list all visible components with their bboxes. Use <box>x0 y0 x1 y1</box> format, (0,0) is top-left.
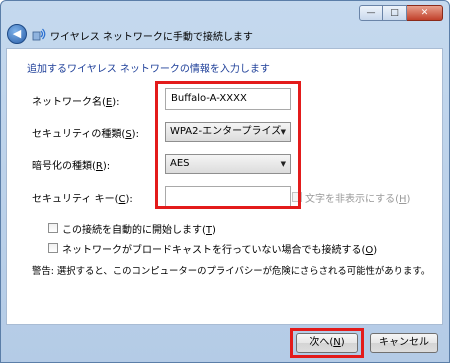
minimize-button[interactable]: — <box>359 5 383 21</box>
security-key-label: セキュリティ キー(C): <box>32 194 133 205</box>
auto-start-label: この接続を自動的に開始します(T) <box>62 225 216 236</box>
next-button-highlight <box>290 328 364 358</box>
fields-highlight <box>155 81 301 209</box>
back-arrow-icon[interactable]: ◀ <box>7 24 27 44</box>
cancel-button[interactable]: キャンセル <box>370 333 438 353</box>
network-name-label: ネットワーク名(E): <box>32 97 120 108</box>
privacy-warning: 警告: 選択すると、このコンピューターのプライバシーが危険にさらされる可能性があ… <box>32 266 431 277</box>
wireless-network-icon <box>32 28 46 41</box>
hide-characters-label: 文字を非表示にする(H) <box>305 194 411 205</box>
window-controls: — □ ✕ <box>359 5 443 21</box>
connect-hidden-checkbox[interactable] <box>48 243 58 253</box>
encryption-type-label: 暗号化の種類(R): <box>32 161 111 172</box>
auto-start-checkbox[interactable] <box>48 223 58 233</box>
close-button[interactable]: ✕ <box>407 5 443 21</box>
maximize-button[interactable]: □ <box>383 5 407 21</box>
connect-hidden-label: ネットワークがブロードキャストを行っていない場合でも接続する(O) <box>62 245 378 256</box>
security-type-label: セキュリティの種類(S): <box>32 129 139 140</box>
page-heading: 追加するワイヤレス ネットワークの情報を入力します <box>27 64 270 75</box>
window-title: ワイヤレス ネットワークに手動で接続します <box>50 32 253 43</box>
